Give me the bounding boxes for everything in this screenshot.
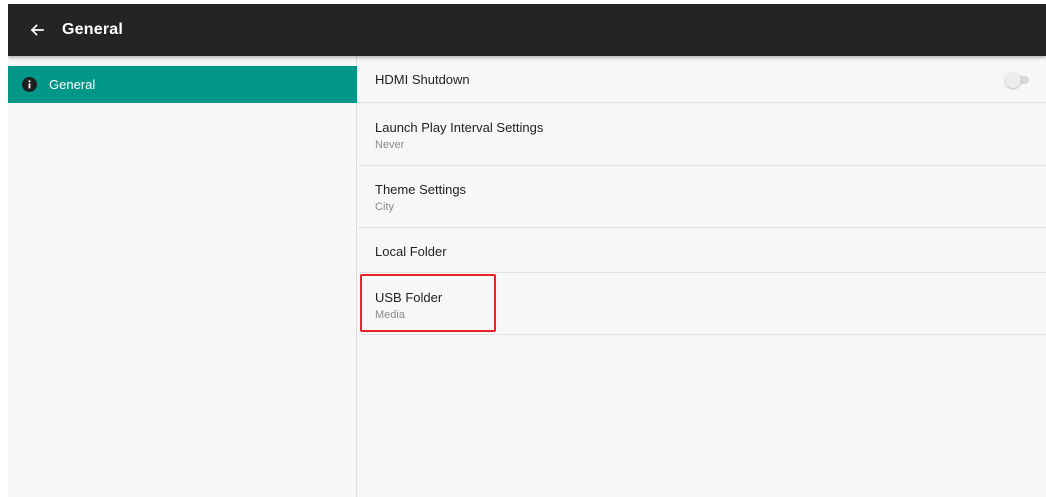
- app-window: General General HDMI Shutdown Launch Pla…: [8, 4, 1046, 497]
- sidebar-item-general[interactable]: General: [8, 66, 357, 103]
- pref-summary: City: [375, 201, 394, 213]
- pref-summary: Never: [375, 139, 405, 151]
- pref-title: Theme Settings: [375, 182, 467, 197]
- pref-launch-play-interval[interactable]: Launch Play Interval Settings Never: [358, 103, 1046, 166]
- pref-theme-settings[interactable]: Theme Settings City: [358, 166, 1046, 228]
- pref-title: Launch Play Interval Settings: [375, 120, 544, 135]
- sidebar: General: [8, 56, 357, 497]
- pref-hdmi-shutdown[interactable]: HDMI Shutdown: [358, 56, 1046, 103]
- back-button[interactable]: [24, 17, 50, 43]
- page-title: General: [62, 21, 123, 38]
- info-icon: [22, 77, 37, 92]
- hdmi-shutdown-toggle[interactable]: [1005, 72, 1033, 88]
- toggle-thumb: [1005, 72, 1021, 88]
- sidebar-item-label: General: [49, 77, 96, 92]
- arrow-back-icon: [30, 24, 44, 36]
- pref-usb-folder[interactable]: USB Folder Media: [358, 273, 1046, 335]
- pref-title: HDMI Shutdown: [375, 72, 470, 87]
- pref-local-folder[interactable]: Local Folder: [358, 228, 1046, 273]
- pref-title: Local Folder: [375, 244, 447, 259]
- pref-summary: Media: [375, 309, 405, 321]
- app-bar: General: [8, 4, 1046, 56]
- preferences-list: HDMI Shutdown Launch Play Interval Setti…: [358, 56, 1046, 497]
- pref-title: USB Folder: [375, 290, 443, 305]
